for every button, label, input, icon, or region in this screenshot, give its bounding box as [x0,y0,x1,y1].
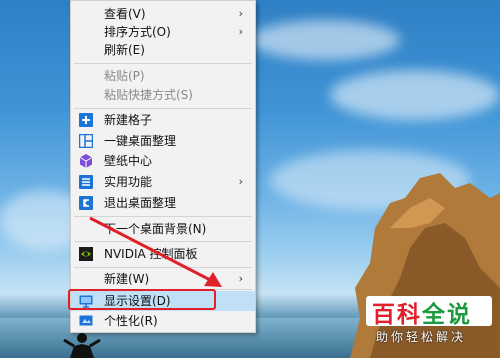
cloud [330,70,500,120]
menu-item-utilities[interactable]: 实用功能 › [71,172,255,192]
chevron-right-icon: › [238,25,243,38]
menu-item-view[interactable]: 查看(V) › [71,4,255,24]
cloud [250,20,400,60]
menu-item-personalize[interactable]: 个性化(R) [71,311,255,331]
menu-item-one-click-organize[interactable]: 一键桌面整理 [71,131,255,151]
chevron-right-icon: › [238,175,243,188]
chevron-right-icon: › [238,7,243,20]
menu-item-wallpaper-center[interactable]: 壁纸中心 [71,151,255,171]
list-icon [79,175,93,189]
menu-item-refresh[interactable]: 刷新(E) [71,40,255,60]
menu-separator [74,108,252,109]
layout-icon [79,134,93,148]
watermark-logo: 百科全说 [366,296,492,328]
menu-item-paste-shortcut[interactable]: 粘贴快捷方式(S) [71,85,255,105]
watermark: 百科全说 助你轻松解决 [366,296,492,352]
annotation-arrow-icon [89,216,222,287]
watermark-subtitle: 助你轻松解决 [376,330,467,344]
exit-icon [79,196,93,210]
plus-icon [79,113,93,127]
person-silhouette [63,333,101,358]
chevron-right-icon: › [238,272,243,285]
menu-item-new-grid[interactable]: 新建格子 [71,110,255,130]
menu-separator [74,63,252,64]
cube-icon [79,154,93,168]
menu-item-paste[interactable]: 粘贴(P) [71,66,255,86]
personalize-icon [79,315,93,326]
menu-item-sort-by[interactable]: 排序方式(O) › [71,22,255,42]
